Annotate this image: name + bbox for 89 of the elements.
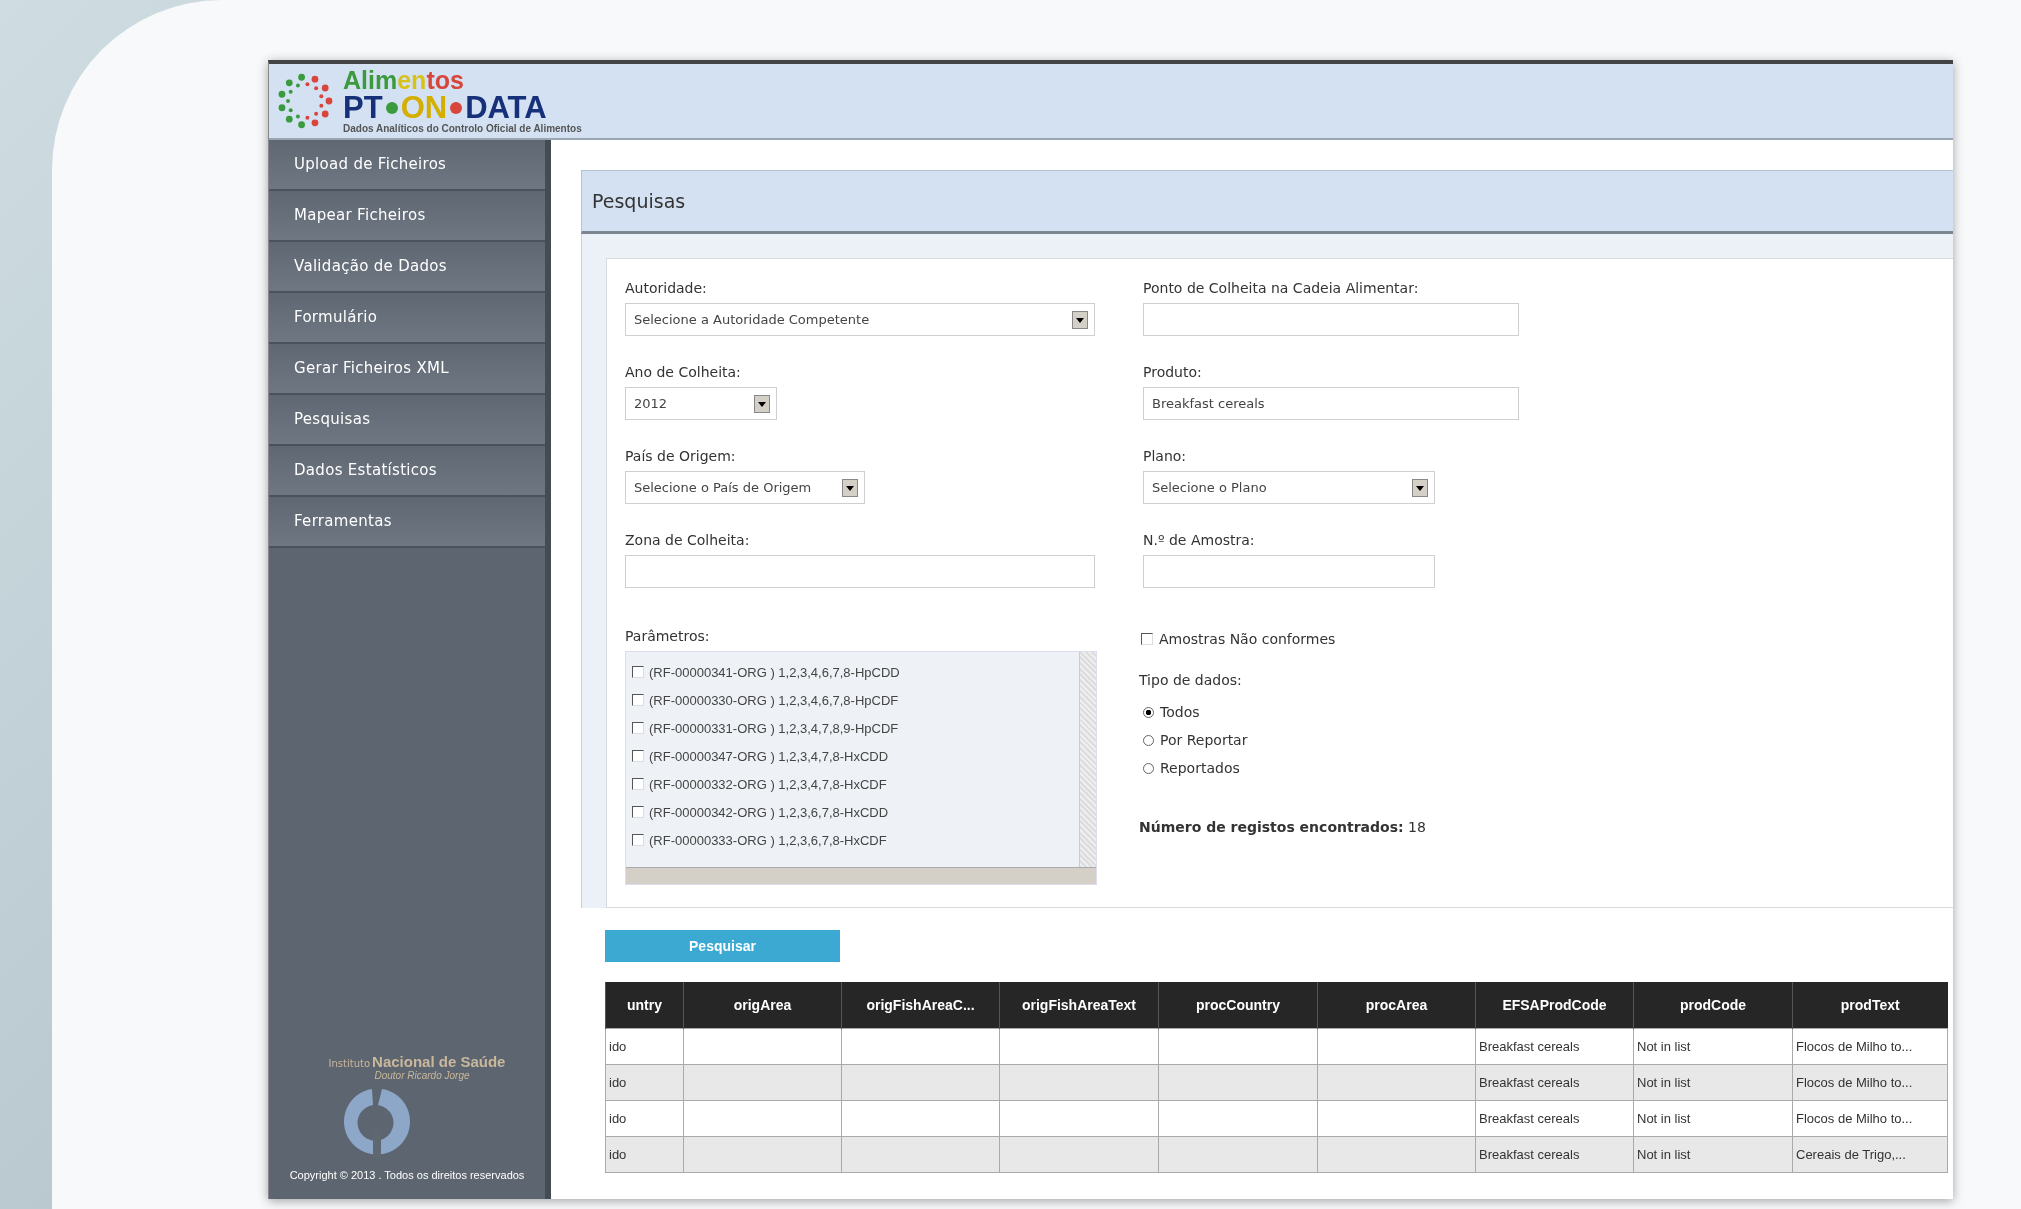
field-label: Ano de Colheita:	[625, 363, 742, 381]
field-label: Autoridade:	[625, 279, 708, 297]
institute-subtitle: Doutor Ricardo Jorge	[374, 1070, 470, 1081]
table-cell: Not in list	[1633, 1064, 1793, 1101]
ring-logo-icon	[342, 1087, 412, 1157]
input-field[interactable]	[625, 555, 1095, 588]
copyright-text: Copyright © 2013 . Todos os direitos reservados	[289, 1169, 525, 1181]
field-label: Plano:	[1143, 447, 1188, 465]
product-field[interactable]: Breakfast cereals	[1143, 387, 1519, 420]
table-cell: Not in list	[1633, 1136, 1793, 1173]
column-header[interactable]: origArea	[683, 982, 842, 1029]
sidebar-item[interactable]: Pesquisas	[269, 395, 545, 446]
input-field[interactable]	[1143, 555, 1435, 588]
column-header[interactable]: untry	[605, 982, 684, 1029]
checkbox[interactable]	[632, 806, 644, 818]
vertical-scrollbar[interactable]	[1079, 652, 1096, 868]
logo-brand: DATA	[465, 93, 547, 123]
column-header[interactable]: origFishAreaC...	[841, 982, 1000, 1029]
parameter-label: (RF-00000330-ORG ) 1,2,3,4,6,7,8-HpCDF	[649, 692, 899, 708]
radio-label: Por Reportar	[1160, 732, 1248, 748]
column-header[interactable]: prodCode	[1633, 982, 1793, 1029]
logo-brand: PT	[343, 93, 383, 123]
column-header[interactable]: prodText	[1792, 982, 1948, 1029]
parameter-label: (RF-00000342-ORG ) 1,2,3,6,7,8-HxCDD	[649, 804, 889, 820]
checkbox[interactable]	[632, 778, 644, 790]
institute-prefix: Instituto	[328, 1058, 371, 1069]
field-label: Zona de Colheita:	[625, 531, 751, 549]
table-cell: Not in list	[1633, 1100, 1793, 1137]
column-header[interactable]: origFishAreaText	[999, 982, 1159, 1029]
column-header[interactable]: EFSAProdCode	[1475, 982, 1634, 1029]
field-label: Parâmetros:	[625, 627, 711, 645]
caret-icon	[842, 478, 858, 497]
field-label: Ponto de Colheita na Cadeia Alimentar:	[1143, 279, 1420, 297]
checkbox[interactable]	[632, 666, 644, 678]
institute-name: Nacional de Saúde	[372, 1053, 506, 1070]
table-cell: ido	[605, 1136, 684, 1173]
record-count: Número de registos encontrados: 18	[1139, 819, 1427, 835]
table-cell: Breakfast cereals	[1475, 1064, 1634, 1101]
field-label: Produto:	[1143, 363, 1203, 381]
table-cell: Not in list	[1633, 1028, 1793, 1065]
table-cell: ido	[605, 1064, 684, 1101]
column-header[interactable]: procArea	[1317, 982, 1476, 1029]
parameter-label: (RF-00000347-ORG ) 1,2,3,4,7,8-HxCDD	[649, 748, 889, 764]
table-cell: Breakfast cereals	[1475, 1100, 1634, 1137]
dot-icon	[385, 102, 398, 114]
year-select[interactable]: 2012	[625, 387, 777, 420]
radio-button[interactable]	[1143, 734, 1154, 746]
input-field[interactable]	[1143, 303, 1519, 336]
caret-icon	[1412, 478, 1428, 497]
horizontal-scrollbar[interactable]	[626, 867, 1096, 884]
checkbox[interactable]	[632, 834, 644, 846]
checkbox[interactable]	[632, 722, 644, 734]
field-label: N.º de Amostra:	[1143, 531, 1256, 549]
checkbox[interactable]	[1141, 633, 1153, 645]
caret-icon	[754, 394, 770, 413]
radio-button[interactable]	[1143, 706, 1154, 718]
logo-subtitle: Dados Analíticos do Controlo Oficial de Alimentos	[343, 123, 582, 135]
table-cell: ido	[605, 1028, 684, 1065]
parameter-label: (RF-00000331-ORG ) 1,2,3,4,7,8,9-HpCDF	[649, 720, 899, 736]
table-cell: Flocos de Milho to...	[1792, 1064, 1948, 1101]
table-cell: Breakfast cereals	[1475, 1136, 1634, 1173]
caret-icon	[1072, 310, 1088, 329]
checkbox[interactable]	[632, 750, 644, 762]
parameter-label: (RF-00000333-ORG ) 1,2,3,6,7,8-HxCDF	[649, 832, 887, 848]
table-cell: ido	[605, 1100, 684, 1137]
radio-label: Reportados	[1160, 760, 1240, 776]
parameter-label: (RF-00000341-ORG ) 1,2,3,4,6,7,8-HpCDD	[649, 664, 900, 680]
dot-icon	[450, 102, 463, 114]
checkbox-label: Amostras Não conformes	[1159, 631, 1336, 647]
sidebar-item[interactable]: Formulário	[269, 293, 545, 344]
plan-select[interactable]: Selecione o Plano	[1143, 471, 1435, 504]
radio-label: Todos	[1160, 704, 1200, 720]
table-cell: Flocos de Milho to...	[1792, 1100, 1948, 1137]
logo-title: Alimentos	[343, 67, 465, 93]
table-cell: Flocos de Milho to...	[1792, 1028, 1948, 1065]
country-select[interactable]: Selecione o País de Origem	[625, 471, 865, 504]
logo-brand: ON	[400, 93, 448, 123]
panel-title: Pesquisas	[592, 190, 686, 212]
field-label: Tipo de dados:	[1139, 671, 1243, 689]
parameter-label: (RF-00000332-ORG ) 1,2,3,4,7,8-HxCDF	[649, 776, 887, 792]
table-cell: Breakfast cereals	[1475, 1028, 1634, 1065]
field-label: País de Origem:	[625, 447, 737, 465]
authority-select[interactable]: Selecione a Autoridade Competente	[625, 303, 1095, 336]
sidebar-item[interactable]: Mapear Ficheiros	[269, 191, 545, 242]
column-header[interactable]: procCountry	[1158, 982, 1318, 1029]
sidebar-item[interactable]: Ferramentas	[269, 497, 545, 548]
radio-button[interactable]	[1143, 762, 1154, 774]
checkbox[interactable]	[632, 694, 644, 706]
table-cell: Cereais de Trigo,...	[1792, 1136, 1948, 1173]
